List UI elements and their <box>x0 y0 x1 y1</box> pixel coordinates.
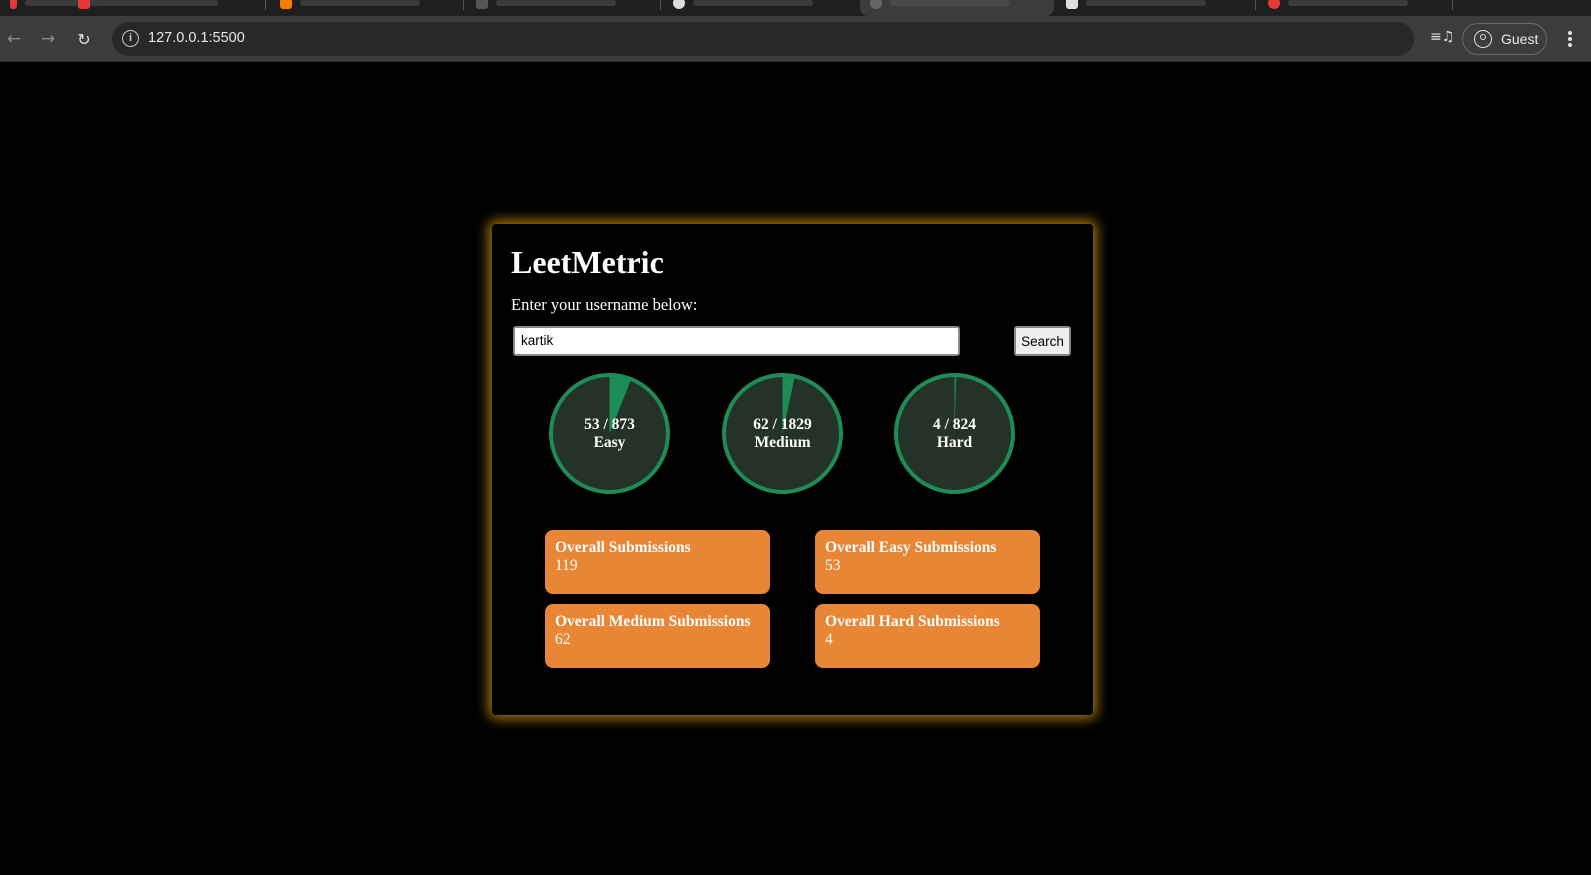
search-button[interactable]: Search <box>1014 326 1071 356</box>
tab-favicon-icon <box>1066 0 1078 9</box>
tab-favicon-icon <box>10 0 18 9</box>
stat-title: Overall Easy Submissions <box>825 539 997 556</box>
stat-title: Overall Hard Submissions <box>825 613 1000 630</box>
tab-favicon-icon <box>280 0 292 9</box>
tab-favicon-icon <box>673 0 685 9</box>
leetmetric-card: LeetMetric Enter your username below: ka… <box>492 224 1093 715</box>
back-arrow-icon[interactable]: ← <box>2 27 26 51</box>
profile-label: Guest <box>1501 31 1539 47</box>
stat-card-overall: Overall Submissions 119 <box>545 530 770 594</box>
tab-favicon-icon <box>78 0 90 9</box>
tab-favicon-icon <box>476 0 488 9</box>
medium-progress-ratio: 62 / 1829 <box>753 415 812 433</box>
address-url[interactable]: 127.0.0.1:5500 <box>148 30 245 46</box>
stat-value: 62 <box>555 631 571 648</box>
hard-progress-circle: 4 / 824 Hard <box>894 373 1015 494</box>
stat-title: Overall Submissions <box>555 539 691 556</box>
stat-card-medium: Overall Medium Submissions 62 <box>545 604 770 668</box>
stat-value: 53 <box>825 557 841 574</box>
stat-title: Overall Medium Submissions <box>555 613 751 630</box>
hard-progress-label: Hard <box>936 433 973 451</box>
medium-progress-label: Medium <box>754 433 811 451</box>
site-info-icon[interactable]: i <box>122 30 139 47</box>
forward-arrow-icon[interactable]: → <box>36 27 60 51</box>
easy-progress-circle: 53 / 873 Easy <box>549 373 670 494</box>
tab-favicon-icon <box>870 0 882 9</box>
tab-favicon-icon <box>1268 0 1280 9</box>
stat-card-easy: Overall Easy Submissions 53 <box>815 530 1040 594</box>
stat-card-hard: Overall Hard Submissions 4 <box>815 604 1040 668</box>
address-bar[interactable]: i 127.0.0.1:5500 <box>112 22 1414 56</box>
stat-value: 4 <box>825 631 833 648</box>
easy-progress-ratio: 53 / 873 <box>584 415 635 433</box>
profile-button[interactable]: Guest <box>1462 23 1547 55</box>
browser-tab[interactable] <box>466 0 661 16</box>
tab-strip <box>0 0 1591 16</box>
easy-progress-label: Easy <box>593 433 626 451</box>
media-control-icon[interactable]: ≡♫ <box>1430 29 1454 49</box>
browser-tab[interactable] <box>1056 0 1256 16</box>
browser-tab[interactable] <box>68 0 268 16</box>
page-title: LeetMetric <box>511 244 664 280</box>
hard-progress-ratio: 4 / 824 <box>932 415 977 433</box>
browser-tab-active[interactable] <box>860 0 1054 16</box>
kebab-menu-icon[interactable] <box>1563 28 1577 50</box>
browser-tab[interactable] <box>270 0 465 16</box>
username-prompt: Enter your username below: <box>511 295 698 314</box>
browser-tab[interactable] <box>1258 0 1453 16</box>
browser-toolbar: ← → ↻ i 127.0.0.1:5500 ≡♫ Guest <box>0 16 1591 62</box>
stat-value: 119 <box>555 557 578 574</box>
medium-progress-circle: 62 / 1829 Medium <box>722 373 843 494</box>
browser-tab[interactable] <box>663 0 860 16</box>
reload-icon[interactable]: ↻ <box>72 27 96 51</box>
username-input[interactable]: kartik <box>513 326 960 356</box>
profile-icon <box>1474 30 1492 48</box>
